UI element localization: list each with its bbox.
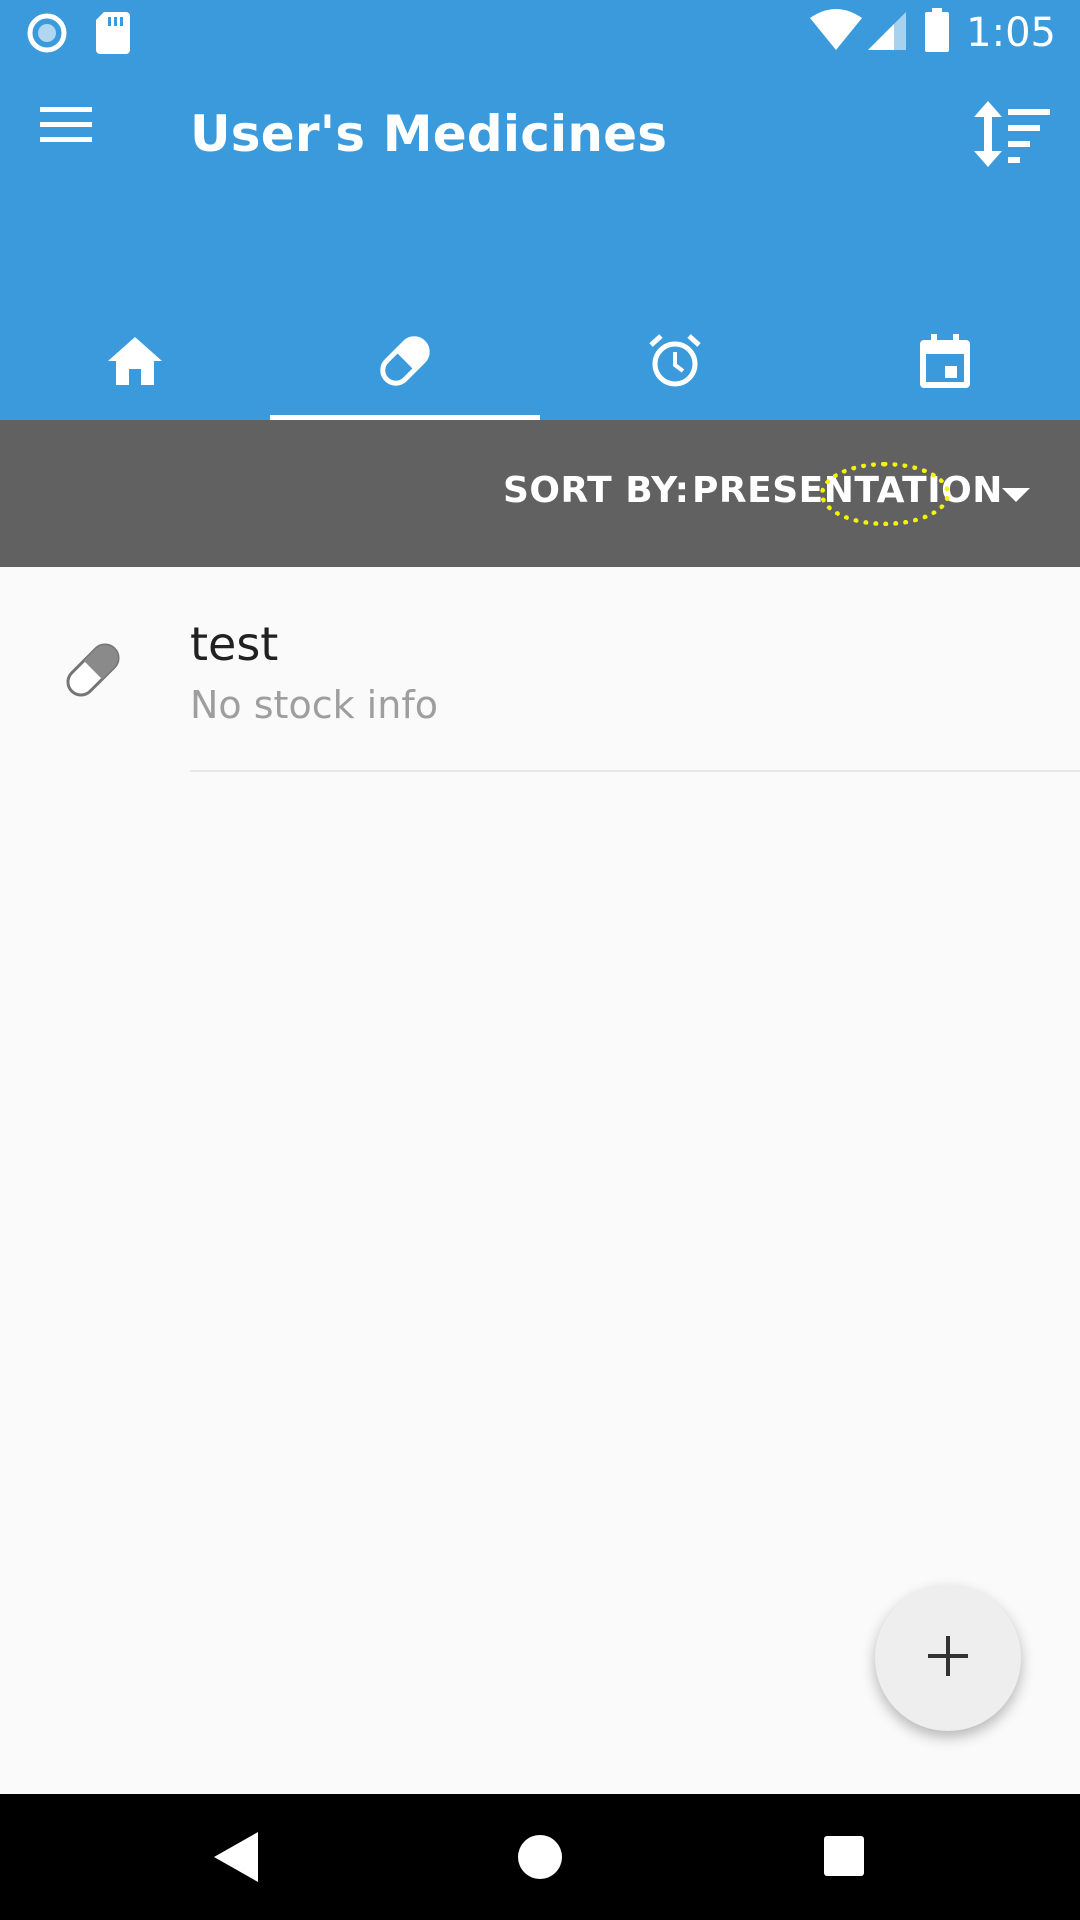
medicine-name: test [190,617,279,671]
pill-icon [58,635,128,705]
home-nav-icon[interactable] [518,1835,562,1879]
status-time: 1:05 [966,9,1056,56]
sd-card-icon [96,12,130,59]
back-icon[interactable] [214,1832,258,1887]
battery-icon [924,8,950,57]
list-item[interactable]: test No stock info [0,567,1080,772]
sort-order-icon [972,101,1052,171]
alarm-icon [647,333,703,394]
tab-home[interactable] [0,307,270,420]
status-bar: 1:05 [0,0,1080,63]
sort-order-button[interactable] [972,101,1052,169]
calendar-icon [920,334,970,393]
plus-icon [928,1635,968,1681]
tab-medicines[interactable] [270,307,540,420]
medicine-stock: No stock info [190,683,438,727]
medicine-list: test No stock info [0,567,1080,772]
tab-calendar[interactable] [810,307,1080,420]
status-left-icons [26,12,130,59]
pill-icon [376,332,434,395]
page-title: User's Medicines [190,105,668,163]
add-medicine-button[interactable] [875,1585,1021,1731]
wifi-icon [810,8,863,57]
menu-button[interactable] [40,105,108,157]
chevron-down-icon[interactable] [1002,488,1030,502]
tab-alarms[interactable] [540,307,810,420]
recents-icon[interactable] [824,1836,864,1876]
signal-icon [866,8,907,57]
menu-icon [40,107,92,149]
record-icon [26,12,68,59]
status-right-icons: 1:05 [810,8,1056,57]
navigation-bar [0,1794,1080,1920]
sort-bar: SORT BY: PRESENTATION [0,420,1080,567]
highlight-marker [820,462,950,526]
divider [190,770,1080,772]
app-bar: User's Medicines [0,63,1080,420]
tab-bar [0,307,1080,420]
home-icon [108,337,162,390]
sort-by-label: SORT BY: [503,470,690,511]
